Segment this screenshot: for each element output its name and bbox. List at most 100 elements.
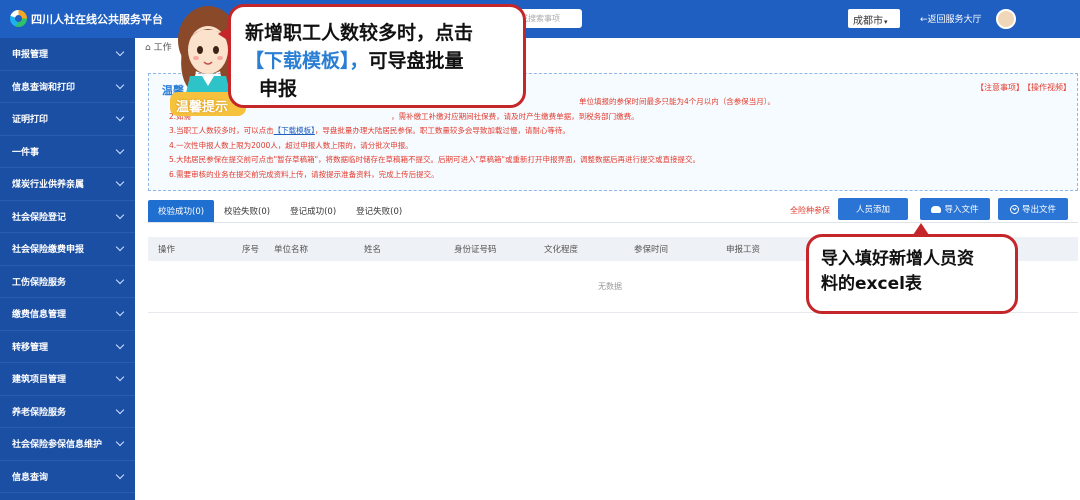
callout-download-template: 新增职工人数较多时，点击 【下载模板】，可导盘批量 申报 [218, 4, 526, 108]
add-person-button[interactable]: 人员添加 [838, 198, 908, 220]
column-header: 身份证号码 [454, 245, 497, 255]
sidebar-item-insurance-registration[interactable]: 社会保险登记 [0, 201, 135, 233]
empty-state-text: 无数据 [598, 282, 622, 291]
city-label: 成都市 [853, 16, 883, 27]
tab-registration-success[interactable]: 登记成功(0) [280, 200, 346, 222]
sidebar-item-label: 缴费信息管理 [12, 310, 67, 321]
callout-import-file: 导入填好新增人员资 料的excel表 [806, 223, 1018, 314]
download-template-link[interactable]: 【下载模板】 [274, 126, 315, 135]
sidebar-item-label: 社会保险登记 [12, 212, 67, 223]
sidebar-item-info-query-print[interactable]: 信息查询和打印 [0, 71, 135, 103]
download-icon [1009, 204, 1019, 214]
callout-tail [913, 223, 929, 235]
tip-line: 2.如需，需补缴工补缴对应期间社保费，请及时产生缴费单据，到税务部门缴费。 [169, 111, 1069, 126]
chevron-down-icon: ▾ [884, 18, 888, 26]
sidebar-item-label: 信息查询 [12, 472, 49, 483]
chevron-down-icon [115, 438, 125, 447]
tab-registration-failed[interactable]: 登记失败(0) [346, 200, 412, 222]
app-title: 四川人社在线公共服务平台 [31, 13, 163, 26]
sidebar-item-label: 证明打印 [12, 115, 49, 126]
chevron-down-icon [115, 145, 125, 154]
sidebar-item-pension[interactable]: 养老保险服务 [0, 396, 135, 428]
sidebar-item-label: 养老保险服务 [12, 407, 67, 418]
sidebar-item-one-thing[interactable]: 一件事 [0, 136, 135, 168]
chevron-down-icon [115, 340, 125, 349]
tip-text: ，导盘批量办理大陆居民参保。职工数量较多会导致加载过慢，请耐心等待。 [314, 126, 570, 135]
callout-line: 【下载模板】，可导盘批量 [245, 47, 513, 75]
tip-text: ，需补缴工补缴对应期间社保费，请及时产生缴费单据，到税务部门缴费。 [391, 111, 639, 121]
chevron-down-icon [115, 113, 125, 122]
result-tabs: 校验成功(0) 校验失败(0) 登记成功(0) 登记失败(0) [148, 200, 412, 222]
callout-line: 料的excel表 [821, 274, 922, 294]
chevron-down-icon [115, 470, 125, 479]
tip-line: 4.一次性申报人数上限为2000人，超过申报人数上限的，请分批次申报。 [169, 140, 413, 150]
chevron-down-icon [115, 308, 125, 317]
tips-links: 【注意事项】 【操作视频】 [973, 82, 1071, 93]
back-to-hall-link[interactable]: ←返回服务大厅 [920, 12, 982, 25]
avatar[interactable] [996, 9, 1016, 29]
chevron-down-icon [115, 178, 125, 187]
callout-highlight: 【下载模板】， [245, 50, 369, 72]
sidebar-item-certificate-print[interactable]: 证明打印 [0, 103, 135, 136]
callout-line: 新增职工人数较多时，点击 [245, 22, 474, 44]
chevron-down-icon [115, 48, 125, 57]
tip-line: 6.需要审核的业务在提交前完成资料上传，请按提示准备资料，完成上传后提交。 [169, 169, 439, 179]
column-header: 操作 [158, 245, 176, 255]
column-header: 申报工资 [726, 245, 761, 255]
sidebar-item-construction[interactable]: 建筑项目管理 [0, 363, 135, 396]
sidebar-item-label: 社会保险参保信息维护 [12, 440, 103, 451]
top-header: 四川人社在线公共服务平台 或搜索事项 成都市▾ ←返回服务大厅 [0, 0, 1080, 38]
tabs-divider [148, 222, 1078, 223]
callout-line: 导入填好新增人员资 [821, 249, 974, 269]
all-insurance-link[interactable]: 全险种参保 [790, 205, 830, 216]
sidebar-item-info-query[interactable]: 信息查询 [0, 461, 135, 493]
platform-logo-icon [10, 10, 27, 27]
sidebar-item-label: 一件事 [12, 147, 40, 158]
chevron-down-icon [115, 275, 125, 284]
callout-line: 申报 [259, 78, 298, 100]
chevron-down-icon [115, 373, 125, 382]
tab-validation-success[interactable]: 校验成功(0) [148, 200, 215, 222]
sidebar-item-work-injury[interactable]: 工伤保险服务 [0, 266, 135, 298]
chevron-down-icon [115, 243, 125, 252]
column-header: 姓名 [364, 245, 382, 255]
video-guide-link[interactable]: 【操作视频】 [1027, 83, 1071, 92]
chevron-down-icon [115, 405, 125, 414]
chevron-down-icon [115, 80, 125, 89]
sidebar-item-coal-dependents[interactable]: 煤炭行业供养亲属 [0, 168, 135, 201]
column-header: 序号 [242, 245, 260, 255]
sidebar-item-label: 社会保险缴费申报 [12, 245, 85, 256]
tip-line: 3.当职工人数较多时，可以点击【下载模板】，导盘批量办理大陆居民参保。职工数量较… [169, 125, 1069, 140]
callout-tail [218, 27, 229, 41]
sidebar-item-contribution-declaration[interactable]: 社会保险缴费申报 [0, 233, 135, 266]
sidebar-item-label: 信息查询和打印 [12, 82, 76, 93]
sidebar-item-label: 转移管理 [12, 342, 49, 353]
sidebar-item-declaration[interactable]: 申报管理 [0, 38, 135, 71]
sidebar: 申报管理 信息查询和打印 证明打印 一件事 煤炭行业供养亲属 社会保险登记 社会… [0, 38, 135, 500]
city-select[interactable]: 成都市▾ [848, 9, 900, 28]
tip-line: 5.大陆居民参保在提交前可点击"暂存草稿箱"，将数据临时储存在草稿箱不提交。后期… [169, 155, 700, 164]
button-label: 人员添加 [855, 205, 890, 215]
sidebar-item-label: 工伤保险服务 [12, 277, 67, 288]
import-file-button[interactable]: 导入文件 [920, 198, 990, 220]
column-header: 单位名称 [274, 245, 309, 255]
button-label: 导出文件 [1021, 205, 1056, 215]
chevron-down-icon [115, 210, 125, 219]
notice-link[interactable]: 【注意事项】 [976, 83, 1024, 92]
tip-text: 3.当职工人数较多时，可以点击 [169, 126, 274, 135]
tab-validation-failed[interactable]: 校验失败(0) [214, 200, 280, 222]
sidebar-item-transfer[interactable]: 转移管理 [0, 331, 135, 363]
sidebar-item-label: 申报管理 [12, 50, 49, 61]
export-file-button[interactable]: 导出文件 [998, 198, 1068, 220]
sidebar-item-insured-info[interactable]: 社会保险参保信息维护 [0, 428, 135, 461]
tip-badge: 温馨提示 [176, 100, 229, 115]
column-header: 文化程度 [544, 245, 579, 255]
sidebar-item-label: 煤炭行业供养亲属 [12, 180, 85, 191]
callout-text: 可导盘批量 [368, 50, 464, 72]
sidebar-item-payment-info[interactable]: 缴费信息管理 [0, 298, 135, 331]
cloud-upload-icon [931, 205, 942, 213]
column-header: 参保时间 [634, 245, 669, 255]
sidebar-item-label: 建筑项目管理 [12, 375, 67, 386]
tips-list: 单位填报的参保时间最多只能为4个月以内（含参保当月）。 2.如需，需补缴工补缴对… [169, 96, 1069, 183]
button-label: 导入文件 [944, 205, 979, 215]
